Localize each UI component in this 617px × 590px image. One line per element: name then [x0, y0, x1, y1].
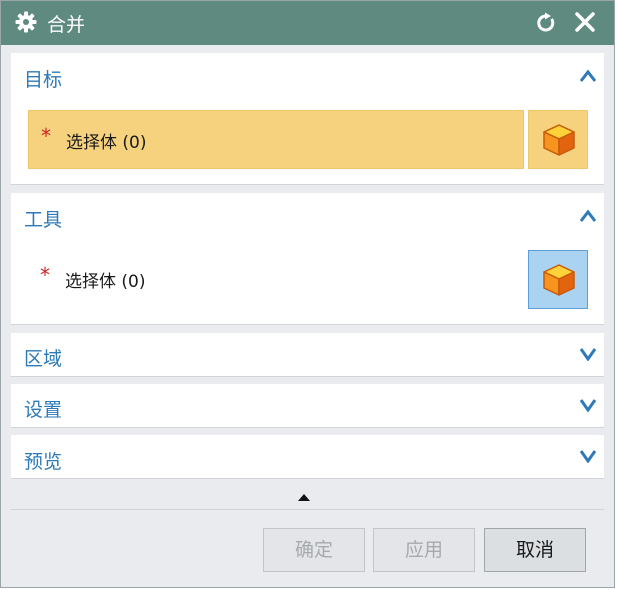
chevron-down-icon[interactable] [579, 449, 597, 463]
section-tool: 工具 * 选择体 (0) [11, 193, 604, 325]
section-settings[interactable]: 设置 [11, 384, 604, 428]
section-tool-title: 工具 [24, 209, 63, 231]
chevron-up-icon[interactable] [579, 69, 597, 83]
solid-body-icon [543, 264, 575, 296]
tool-select-body-button[interactable] [528, 250, 588, 309]
tool-select-body-row[interactable]: * 选择体 (0) [28, 250, 524, 309]
target-select-body-button[interactable] [528, 110, 588, 169]
merge-dialog: 合并 目标 * 选择体 (0) 工具 * 选择体 (0) 区域 设置 预览 确定… [0, 0, 615, 588]
expand-more-icon[interactable] [296, 492, 312, 502]
target-select-body-label: 选择体 (0) [66, 133, 147, 153]
section-target-header[interactable]: 目标 [11, 53, 604, 97]
section-target-title: 目标 [24, 69, 63, 91]
divider [11, 509, 604, 510]
cancel-button[interactable]: 取消 [484, 528, 586, 572]
close-icon[interactable] [573, 10, 597, 34]
section-settings-title: 设置 [24, 399, 63, 421]
section-tool-header[interactable]: 工具 [11, 193, 604, 237]
section-preview-title: 预览 [24, 451, 63, 473]
apply-button[interactable]: 应用 [373, 528, 475, 572]
reset-icon[interactable] [535, 12, 557, 34]
section-preview[interactable]: 预览 [11, 435, 604, 479]
tool-select-body-label: 选择体 (0) [65, 272, 146, 292]
dialog-title: 合并 [47, 14, 86, 36]
section-region[interactable]: 区域 [11, 333, 604, 377]
required-marker: * [41, 124, 51, 148]
chevron-down-icon[interactable] [579, 398, 597, 412]
chevron-up-icon[interactable] [579, 209, 597, 223]
gear-icon[interactable] [15, 11, 37, 33]
target-select-body-row[interactable]: * 选择体 (0) [28, 110, 524, 169]
section-region-title: 区域 [24, 348, 63, 370]
ok-button[interactable]: 确定 [263, 528, 365, 572]
title-bar[interactable]: 合并 [1, 1, 614, 45]
chevron-down-icon[interactable] [579, 347, 597, 361]
section-target: 目标 * 选择体 (0) [11, 53, 604, 185]
required-marker: * [40, 263, 50, 287]
solid-body-icon [543, 124, 575, 156]
